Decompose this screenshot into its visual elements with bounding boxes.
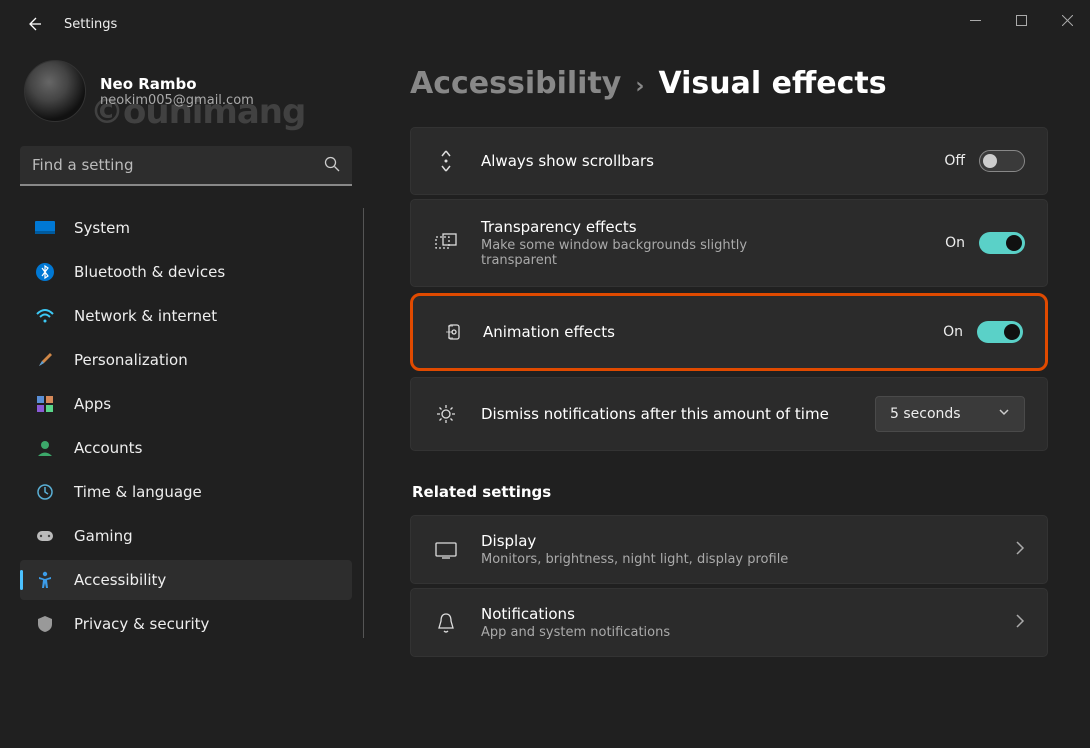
display-icon bbox=[433, 541, 459, 559]
toggle-state-label: On bbox=[943, 324, 963, 340]
chevron-right-icon bbox=[1015, 540, 1025, 560]
setting-dismiss-notifications: Dismiss notifications after this amount … bbox=[410, 377, 1048, 451]
dismiss-duration-dropdown[interactable]: 5 seconds bbox=[875, 396, 1025, 432]
search-input[interactable] bbox=[20, 146, 352, 186]
shield-icon bbox=[34, 613, 56, 635]
chevron-right-icon: › bbox=[635, 74, 644, 99]
sidebar-item-label: System bbox=[74, 219, 130, 237]
close-icon bbox=[1062, 15, 1073, 26]
sidebar-item-privacy[interactable]: Privacy & security bbox=[20, 604, 352, 644]
close-button[interactable] bbox=[1044, 0, 1090, 40]
sidebar-item-label: Bluetooth & devices bbox=[74, 263, 225, 281]
page-title: Visual effects bbox=[658, 66, 886, 101]
brightness-icon bbox=[433, 403, 459, 425]
search-icon bbox=[324, 156, 340, 176]
gamepad-icon bbox=[34, 525, 56, 547]
sidebar-scroll-indicator bbox=[363, 208, 364, 638]
sidebar-item-network[interactable]: Network & internet bbox=[20, 296, 352, 336]
setting-always-show-scrollbars: Always show scrollbars Off bbox=[410, 127, 1048, 195]
sidebar-item-bluetooth[interactable]: Bluetooth & devices bbox=[20, 252, 352, 292]
system-icon bbox=[34, 217, 56, 239]
main-content: Accessibility › Visual effects Always sh… bbox=[380, 48, 1090, 748]
setting-transparency-effects: Transparency effects Make some window ba… bbox=[410, 199, 1048, 287]
related-notifications-link[interactable]: Notifications App and system notificatio… bbox=[410, 588, 1048, 657]
sidebar-item-personalization[interactable]: Personalization bbox=[20, 340, 352, 380]
back-button[interactable] bbox=[20, 10, 48, 38]
transparency-icon bbox=[433, 233, 459, 253]
sidebar-item-label: Apps bbox=[74, 395, 111, 413]
user-name: Neo Rambo bbox=[100, 75, 254, 93]
setting-title: Always show scrollbars bbox=[481, 152, 922, 170]
chevron-down-icon bbox=[998, 406, 1010, 422]
apps-icon bbox=[34, 393, 56, 415]
breadcrumb-parent[interactable]: Accessibility bbox=[410, 66, 621, 101]
sidebar-item-label: Network & internet bbox=[74, 307, 217, 325]
sidebar-item-time[interactable]: Time & language bbox=[20, 472, 352, 512]
sidebar-item-label: Time & language bbox=[74, 483, 202, 501]
search-box[interactable] bbox=[20, 146, 352, 186]
sidebar-item-label: Accounts bbox=[74, 439, 142, 457]
paintbrush-icon bbox=[34, 349, 56, 371]
sidebar-item-gaming[interactable]: Gaming bbox=[20, 516, 352, 556]
minimize-button[interactable] bbox=[952, 0, 998, 40]
scrollbar-icon bbox=[433, 149, 459, 173]
setting-animation-effects: Animation effects On bbox=[410, 293, 1048, 371]
minimize-icon bbox=[970, 15, 981, 26]
chevron-right-icon bbox=[1015, 613, 1025, 633]
wifi-icon bbox=[34, 305, 56, 327]
related-display-link[interactable]: Display Monitors, brightness, night ligh… bbox=[410, 515, 1048, 584]
arrow-left-icon bbox=[26, 16, 42, 32]
setting-desc: Make some window backgrounds slightly tr… bbox=[481, 238, 821, 268]
clock-globe-icon bbox=[34, 481, 56, 503]
person-icon bbox=[34, 437, 56, 459]
transparency-toggle[interactable] bbox=[979, 232, 1025, 254]
sidebar-item-label: Gaming bbox=[74, 527, 133, 545]
toggle-state-label: On bbox=[945, 235, 965, 251]
nav-list: System Bluetooth & devices Network & int… bbox=[20, 208, 352, 644]
sidebar-item-label: Privacy & security bbox=[74, 615, 209, 633]
app-title: Settings bbox=[64, 17, 117, 32]
title-bar: Settings bbox=[0, 0, 1090, 48]
sidebar-item-label: Personalization bbox=[74, 351, 188, 369]
link-desc: Monitors, brightness, night light, displ… bbox=[481, 552, 993, 567]
link-title: Display bbox=[481, 532, 993, 550]
sidebar-item-system[interactable]: System bbox=[20, 208, 352, 248]
user-profile[interactable]: Neo Rambo neokim005@gmail.com bbox=[20, 60, 372, 122]
related-settings-heading: Related settings bbox=[412, 483, 1048, 501]
dropdown-value: 5 seconds bbox=[890, 406, 961, 422]
accessibility-icon bbox=[34, 569, 56, 591]
sidebar-item-accounts[interactable]: Accounts bbox=[20, 428, 352, 468]
avatar bbox=[24, 60, 86, 122]
setting-title: Animation effects bbox=[483, 323, 921, 341]
breadcrumb: Accessibility › Visual effects bbox=[410, 66, 1048, 101]
bell-icon bbox=[433, 612, 459, 634]
sidebar-item-label: Accessibility bbox=[74, 571, 166, 589]
scrollbars-toggle[interactable] bbox=[979, 150, 1025, 172]
link-title: Notifications bbox=[481, 605, 993, 623]
maximize-button[interactable] bbox=[998, 0, 1044, 40]
sidebar-item-apps[interactable]: Apps bbox=[20, 384, 352, 424]
sidebar-item-accessibility[interactable]: Accessibility bbox=[20, 560, 352, 600]
link-desc: App and system notifications bbox=[481, 625, 993, 640]
animation-icon bbox=[435, 322, 461, 342]
toggle-state-label: Off bbox=[944, 153, 965, 169]
setting-title: Dismiss notifications after this amount … bbox=[481, 405, 853, 423]
sidebar: Neo Rambo neokim005@gmail.com System bbox=[0, 48, 380, 748]
animation-toggle[interactable] bbox=[977, 321, 1023, 343]
user-email: neokim005@gmail.com bbox=[100, 93, 254, 108]
setting-title: Transparency effects bbox=[481, 218, 923, 236]
bluetooth-icon bbox=[34, 261, 56, 283]
maximize-icon bbox=[1016, 15, 1027, 26]
